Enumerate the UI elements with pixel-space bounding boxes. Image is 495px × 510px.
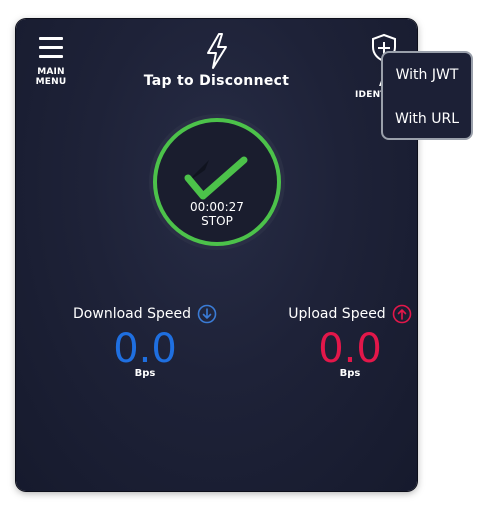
hamburger-icon (39, 37, 63, 58)
connection-ring (149, 114, 285, 250)
upload-speed-unit: Bps (339, 368, 361, 379)
download-speed-label: Download Speed (73, 306, 191, 322)
arrow-down-circle-icon (197, 304, 217, 324)
download-speed-panel: Download Speed 0.0 Bps (65, 303, 225, 379)
lightning-bolt-icon (207, 33, 227, 69)
app-window: MAIN MENU Tap to Disconnect A IDENTI 00:… (16, 19, 417, 491)
upload-speed-value: 0.0 (318, 326, 382, 372)
with-jwt-menu-item[interactable]: With JWT (383, 67, 471, 83)
tap-to-disconnect-label[interactable]: Tap to Disconnect (16, 73, 417, 89)
upload-speed-label: Upload Speed (288, 306, 386, 322)
identity-dropdown-menu: With JWT With URL (381, 51, 473, 140)
arrow-up-circle-icon (392, 304, 412, 324)
download-speed-value: 0.0 (113, 326, 177, 372)
upload-speed-panel: Upload Speed 0.0 Bps (270, 303, 417, 379)
connection-timer: 00:00:27 (190, 200, 244, 214)
download-speed-unit: Bps (134, 368, 156, 379)
stop-label: STOP (201, 214, 233, 228)
connection-toggle-button[interactable]: 00:00:27 STOP (147, 112, 287, 252)
with-url-menu-item[interactable]: With URL (383, 111, 471, 127)
